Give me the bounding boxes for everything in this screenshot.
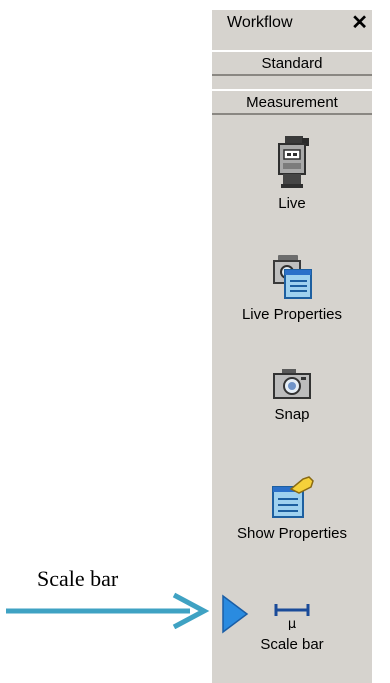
show-properties-button[interactable]: Show Properties [212, 475, 372, 542]
tool-label-scale-bar: Scale bar [260, 636, 324, 653]
video-camera-icon [278, 136, 309, 188]
snap-button[interactable]: Snap [212, 368, 372, 423]
tool-label-live: Live [278, 195, 306, 212]
tab-standard[interactable]: Standard [212, 50, 372, 76]
camera-icon [273, 369, 311, 399]
live-button[interactable]: Live [212, 135, 372, 212]
annotation-arrow-icon [6, 592, 210, 629]
workflow-panel: Workflow ✕ Standard Measurement Live Liv… [212, 10, 372, 683]
scale-bar-mu-icon: µ [274, 604, 310, 630]
tool-label-snap: Snap [274, 406, 310, 423]
panel-title-bar: Workflow ✕ [212, 10, 372, 35]
close-icon[interactable]: ✕ [351, 13, 372, 33]
panel-title: Workflow [227, 13, 293, 31]
live-properties-button[interactable]: Live Properties [212, 250, 372, 323]
tool-label-show-properties: Show Properties [236, 525, 348, 542]
tool-label-live-properties: Live Properties [241, 306, 343, 323]
camera-properties-icon [273, 255, 312, 299]
tab-measurement[interactable]: Measurement [212, 89, 372, 115]
pointing-hand-properties-icon [272, 476, 314, 518]
scale-bar-button[interactable]: µ Scale bar [212, 600, 372, 653]
svg-text:µ: µ [288, 617, 296, 630]
